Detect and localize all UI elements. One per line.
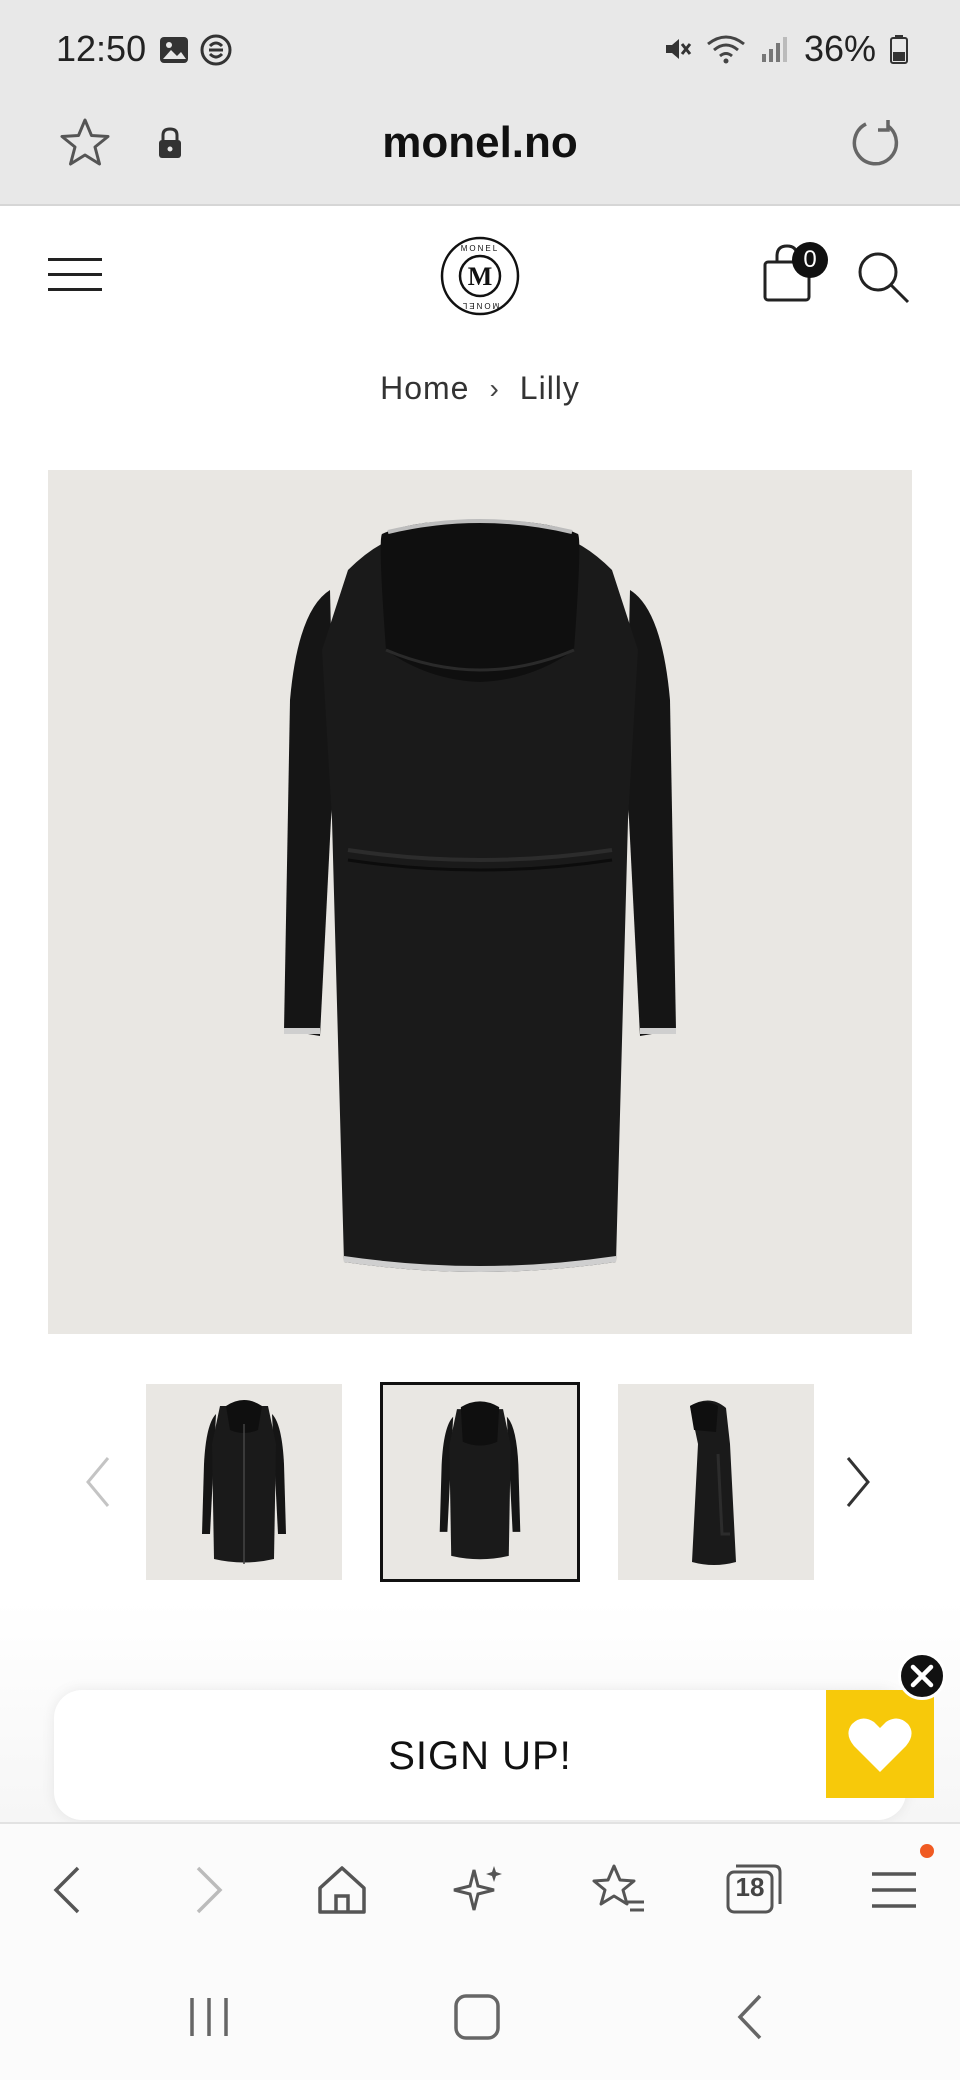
- coat-back-illustration: [284, 519, 676, 1272]
- status-left-icons: [158, 34, 232, 66]
- android-home-icon[interactable]: [450, 1990, 504, 2044]
- gallery-prev-arrow[interactable]: [78, 1452, 118, 1512]
- coat-front-thumb: [202, 1400, 286, 1564]
- signup-button[interactable]: SIGN UP!: [54, 1690, 906, 1820]
- status-right: 36%: [662, 28, 908, 70]
- status-bar: 12:50 36%: [0, 0, 960, 100]
- coat-side-thumb: [690, 1400, 736, 1565]
- url-text[interactable]: monel.no: [0, 118, 960, 168]
- recents-icon[interactable]: [182, 1990, 236, 2044]
- breadcrumb-home-link[interactable]: Home: [380, 370, 469, 407]
- logo-ring-text: MONEL: [461, 244, 499, 253]
- battery-icon: [890, 35, 908, 64]
- breadcrumb-current: Lilly: [519, 370, 580, 406]
- gallery-next-arrow[interactable]: [838, 1452, 878, 1512]
- signal-icon: [761, 37, 787, 62]
- url-bar: monel.no: [0, 100, 960, 206]
- android-nav-bar: [0, 1952, 960, 2080]
- signup-label: SIGN UP!: [388, 1734, 572, 1778]
- battery-percent: 36%: [803, 28, 876, 69]
- forward-icon[interactable]: [176, 1858, 240, 1922]
- site-header: M MONEL MONEL 0: [0, 206, 960, 342]
- tabs-button[interactable]: 18: [722, 1858, 786, 1922]
- monel-logo[interactable]: M MONEL MONEL: [440, 236, 520, 316]
- shazam-icon: [200, 34, 232, 66]
- android-back-icon[interactable]: [724, 1990, 778, 2044]
- close-popup-button[interactable]: [898, 1652, 946, 1700]
- search-icon[interactable]: [856, 250, 912, 306]
- logo-ring-text-bottom: MONEL: [461, 301, 499, 310]
- thumbnail-front[interactable]: [146, 1384, 342, 1580]
- reload-icon[interactable]: [848, 116, 902, 170]
- menu-button[interactable]: [862, 1844, 934, 1922]
- back-icon[interactable]: [36, 1858, 100, 1922]
- sparkle-icon[interactable]: [448, 1858, 512, 1922]
- status-time: 12:50: [56, 28, 147, 69]
- tabs-count: 18: [735, 1872, 765, 1902]
- product-main-image[interactable]: [48, 470, 912, 1334]
- breadcrumb-separator: ›: [489, 372, 500, 404]
- mute-icon: [665, 39, 692, 59]
- hamburger-menu-button[interactable]: [48, 258, 102, 292]
- menu-icon: [872, 1872, 916, 1908]
- browser-toolbar: 18: [0, 1822, 960, 1952]
- coat-back-thumb: [439, 1401, 521, 1560]
- home-icon[interactable]: [310, 1858, 374, 1922]
- close-icon: [910, 1664, 934, 1688]
- breadcrumb: Home › Lilly: [0, 370, 960, 407]
- notification-dot: [920, 1844, 934, 1858]
- thumbnail-side[interactable]: [618, 1384, 814, 1580]
- gallery-icon: [160, 37, 188, 63]
- heart-icon: [848, 1718, 912, 1772]
- bookmarks-icon[interactable]: [586, 1858, 650, 1922]
- wishlist-button[interactable]: [826, 1690, 934, 1798]
- wifi-icon: [707, 35, 745, 64]
- logo-letter: M: [468, 262, 493, 291]
- cart-count-badge: 0: [792, 242, 828, 278]
- thumbnail-back[interactable]: [380, 1382, 580, 1582]
